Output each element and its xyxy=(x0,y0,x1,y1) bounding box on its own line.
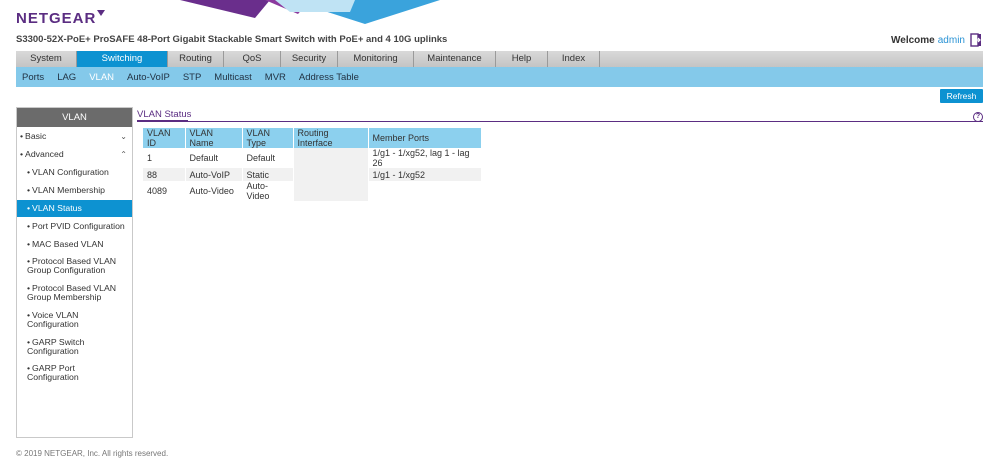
vlan-status-table: VLAN ID VLAN Name VLAN Type Routing Inte… xyxy=(143,128,482,201)
table-row[interactable]: 1 Default Default 1/g1 - 1/xg52, lag 1 -… xyxy=(143,148,482,168)
cell-vlan-id: 4089 xyxy=(143,181,186,201)
sidebar-item-label: Protocol Based VLAN Group Configuration xyxy=(27,256,117,275)
footer-copyright: © 2019 NETGEAR, Inc. All rights reserved… xyxy=(16,449,169,458)
tab-index[interactable]: Index xyxy=(548,51,600,67)
tab-security[interactable]: Security xyxy=(281,51,338,67)
subnav-multicast[interactable]: Multicast xyxy=(214,72,251,83)
tab-switching[interactable]: Switching xyxy=(77,51,168,67)
sidebar-title: VLAN xyxy=(17,108,132,127)
help-icon[interactable]: ? xyxy=(973,112,983,122)
subnav-stp[interactable]: STP xyxy=(183,72,201,83)
welcome-text: Welcome admin xyxy=(891,35,965,46)
sidebar-item-label: Port PVID Configuration xyxy=(32,221,125,231)
header: NETGEAR S3300-52X-PoE+ ProSAFE 48-Port G… xyxy=(0,0,999,47)
tab-monitoring[interactable]: Monitoring xyxy=(338,51,414,67)
subnav-vlan[interactable]: VLAN xyxy=(89,72,114,83)
sidebar-item-label: GARP Port Configuration xyxy=(27,363,79,382)
bullet-icon: • xyxy=(20,131,24,141)
logout-icon[interactable] xyxy=(969,33,983,47)
sidebar-item-garp-switch-configuration[interactable]: • GARP Switch Configuration xyxy=(17,338,107,356)
bullet-icon: • xyxy=(27,239,31,249)
tab-maintenance[interactable]: Maintenance xyxy=(414,51,496,67)
main-nav: System Switching Routing QoS Security Mo… xyxy=(16,51,600,67)
cell-vlan-name: Auto-VoIP xyxy=(185,168,243,181)
subnav-lag[interactable]: LAG xyxy=(57,72,76,83)
sidebar-item-protocol-vlan-group-membership[interactable]: • Protocol Based VLAN Group Membership xyxy=(17,284,127,302)
sidebar-item-label: VLAN Status xyxy=(32,203,82,213)
tab-help[interactable]: Help xyxy=(496,51,548,67)
cell-vlan-type: Auto-Video xyxy=(242,181,294,201)
sidebar-group-advanced[interactable]: • Advanced ⌃ xyxy=(17,149,132,160)
product-title: S3300-52X-PoE+ ProSAFE 48-Port Gigabit S… xyxy=(16,34,448,45)
sidebar-item-vlan-status[interactable]: • VLAN Status xyxy=(17,200,132,217)
sidebar-item-voice-vlan-configuration[interactable]: • Voice VLAN Configuration xyxy=(17,311,107,329)
sidebar-item-vlan-configuration[interactable]: • VLAN Configuration xyxy=(17,168,132,177)
bullet-icon: • xyxy=(27,185,31,195)
sidebar-item-label: Protocol Based VLAN Group Membership xyxy=(27,283,117,302)
banner-graphic xyxy=(180,0,440,24)
sidebar-group-basic-label: Basic xyxy=(25,131,47,141)
bullet-icon: • xyxy=(27,221,31,231)
table-row[interactable]: 4089 Auto-Video Auto-Video xyxy=(143,181,482,201)
cell-routing-interface xyxy=(293,148,369,168)
cell-vlan-name: Default xyxy=(185,148,243,168)
bullet-icon: • xyxy=(27,203,31,213)
sidebar-item-mac-based-vlan[interactable]: • MAC Based VLAN xyxy=(17,240,132,249)
sidebar-item-label: GARP Switch Configuration xyxy=(27,337,85,356)
column-header-routing-interface[interactable]: Routing Interface xyxy=(293,128,369,148)
column-header-vlan-name[interactable]: VLAN Name xyxy=(185,128,243,148)
subnav-mvr[interactable]: MVR xyxy=(265,72,286,83)
sidebar-item-label: Voice VLAN Configuration xyxy=(27,310,79,329)
chevron-down-icon: ⌄ xyxy=(120,132,127,141)
section-tab-underline xyxy=(137,120,188,122)
sidebar-group-advanced-label: Advanced xyxy=(25,149,64,159)
subnav-address-table[interactable]: Address Table xyxy=(299,72,359,83)
sidebar-item-label: VLAN Configuration xyxy=(32,167,109,177)
subnav-ports[interactable]: Ports xyxy=(22,72,44,83)
column-header-member-ports[interactable]: Member Ports xyxy=(368,128,482,148)
cell-vlan-id: 88 xyxy=(143,168,186,181)
netgear-logo: NETGEAR xyxy=(16,10,106,27)
table-row[interactable]: 88 Auto-VoIP Static 1/g1 - 1/xg52 xyxy=(143,168,482,181)
sidebar: VLAN • Basic ⌄ • Advanced ⌃ • VLAN Configur… xyxy=(16,107,133,438)
tab-routing[interactable]: Routing xyxy=(168,51,224,67)
section-title: VLAN Status xyxy=(137,109,192,120)
cell-vlan-type: Default xyxy=(242,148,294,168)
section-divider xyxy=(137,121,983,122)
sidebar-item-protocol-vlan-group-configuration[interactable]: • Protocol Based VLAN Group Configuration xyxy=(17,257,127,275)
cell-member-ports: 1/g1 - 1/xg52 xyxy=(368,168,482,181)
cell-vlan-name: Auto-Video xyxy=(185,181,243,201)
sub-nav: Ports LAG VLAN Auto-VoIP STP Multicast M… xyxy=(16,67,983,87)
cell-vlan-id: 1 xyxy=(143,148,186,168)
tab-qos[interactable]: QoS xyxy=(224,51,281,67)
sidebar-item-port-pvid-configuration[interactable]: • Port PVID Configuration xyxy=(17,222,132,231)
sidebar-item-label: MAC Based VLAN xyxy=(32,239,104,249)
cell-vlan-type: Static xyxy=(242,168,294,181)
cell-member-ports: 1/g1 - 1/xg52, lag 1 - lag 26 xyxy=(368,148,482,168)
subnav-auto-voip[interactable]: Auto-VoIP xyxy=(127,72,170,83)
main-nav-fill xyxy=(588,51,983,67)
tab-system[interactable]: System xyxy=(16,51,77,67)
username-link[interactable]: admin xyxy=(938,35,965,46)
bullet-icon: • xyxy=(27,167,31,177)
column-header-vlan-type[interactable]: VLAN Type xyxy=(242,128,294,148)
sidebar-item-garp-port-configuration[interactable]: • GARP Port Configuration xyxy=(17,364,107,382)
cell-member-ports xyxy=(368,181,482,201)
sidebar-item-label: VLAN Membership xyxy=(32,185,105,195)
chevron-up-icon: ⌃ xyxy=(120,150,127,159)
cell-routing-interface xyxy=(293,181,369,201)
cell-routing-interface xyxy=(293,168,369,181)
bullet-icon: • xyxy=(20,149,24,159)
refresh-button[interactable]: Refresh xyxy=(940,89,983,103)
table-header-row: VLAN ID VLAN Name VLAN Type Routing Inte… xyxy=(143,128,482,148)
welcome-label: Welcome xyxy=(891,35,935,46)
sidebar-group-basic[interactable]: • Basic ⌄ xyxy=(17,131,132,142)
column-header-vlan-id[interactable]: VLAN ID xyxy=(143,128,186,148)
sidebar-item-vlan-membership[interactable]: • VLAN Membership xyxy=(17,186,132,195)
